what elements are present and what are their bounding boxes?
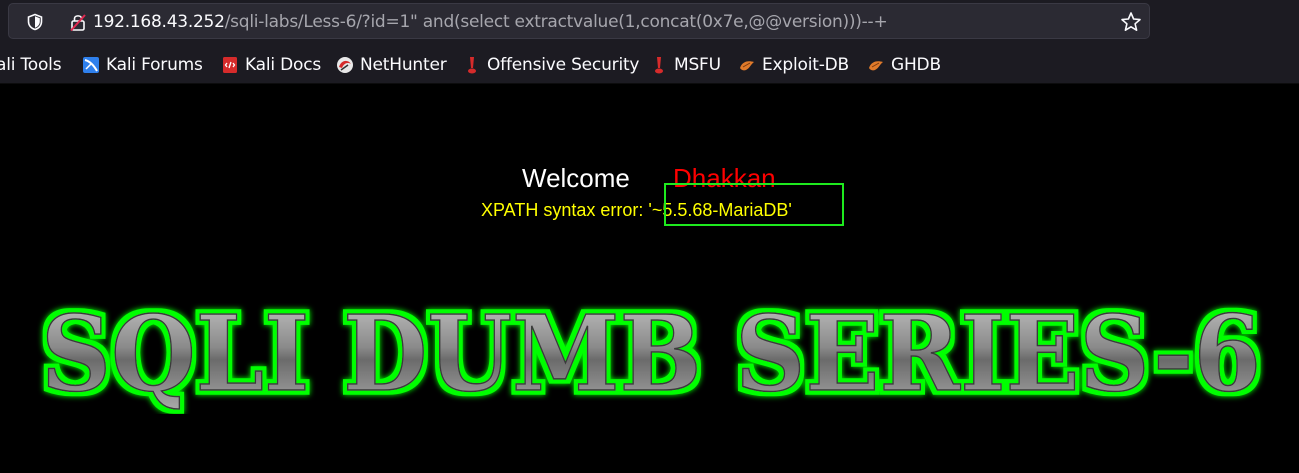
ghdb-icon	[869, 61, 883, 71]
bookmark-label: Kali Docs	[245, 55, 322, 75]
bookmark-offensive-security[interactable]: Offensive Security	[463, 53, 640, 77]
highlight-box	[664, 183, 844, 226]
banner-title-text: SQLI DUMB SERIES-6	[41, 294, 1261, 414]
url-host: 192.168.43.252	[93, 12, 225, 32]
kali-forums-icon	[83, 57, 99, 73]
bookmark-label: Exploit-DB	[762, 55, 849, 75]
nethunter-icon	[337, 57, 353, 73]
shield-icon[interactable]	[26, 13, 44, 31]
welcome-text: Welcome	[522, 163, 630, 193]
offsec-icon	[468, 57, 476, 74]
page-content: Welcome Dhakkan XPATH syntax error: '~5.…	[0, 84, 1299, 473]
bookmark-label: Offensive Security	[487, 55, 640, 75]
address-bar[interactable]: 192.168.43.252/sqli-labs/Less-6/?id=1" a…	[8, 3, 1150, 39]
url-path: /sqli-labs/Less-6/?id=1" and(select extr…	[224, 12, 888, 32]
url-text[interactable]: 192.168.43.252/sqli-labs/Less-6/?id=1" a…	[93, 11, 888, 33]
bookmark-kali-forums[interactable]: Kali Forums	[82, 53, 203, 77]
bookmark-label: MSFU	[674, 55, 721, 75]
bookmark-kali-docs[interactable]: Kali Docs	[221, 53, 321, 77]
bookmark-label: GHDB	[891, 55, 941, 75]
msfu-icon	[655, 57, 663, 74]
bookmarks-toolbar: ali Tools Kali Forums Kali Docs NetHunte…	[0, 44, 1299, 84]
bookmark-label: NetHunter	[360, 55, 447, 75]
browser-toolbar: 192.168.43.252/sqli-labs/Less-6/?id=1" a…	[0, 0, 1299, 44]
bookmark-label: Kali Forums	[106, 55, 203, 75]
bookmark-kali-tools[interactable]: ali Tools	[0, 53, 62, 77]
bookmark-msfu[interactable]: MSFU	[650, 53, 721, 77]
star-icon[interactable]	[1120, 11, 1142, 33]
banner-title: SQLI DUMB SERIES-6	[40, 294, 1262, 414]
bookmark-label: ali Tools	[0, 55, 62, 75]
bookmark-nethunter[interactable]: NetHunter	[336, 53, 447, 77]
bookmark-exploit-db[interactable]: Exploit-DB	[738, 53, 849, 77]
exploit-db-icon	[740, 61, 754, 71]
kali-docs-icon	[223, 57, 237, 73]
error-prefix: XPATH syntax error: '	[481, 200, 652, 220]
lock-strikethrough-icon[interactable]	[68, 12, 88, 32]
bookmark-ghdb[interactable]: GHDB	[867, 53, 941, 77]
